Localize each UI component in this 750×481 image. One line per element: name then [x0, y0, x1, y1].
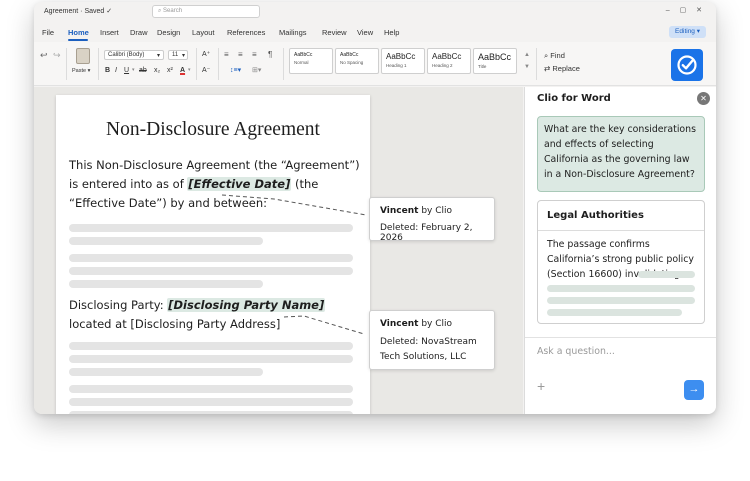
menu-references[interactable]: References [227, 28, 265, 37]
paste-button[interactable]: Paste ▾ [72, 68, 90, 74]
underline-dropdown-icon[interactable]: ▾ [132, 67, 135, 73]
ask-question-input[interactable] [537, 343, 705, 359]
checkmark-circle-icon [677, 55, 697, 75]
find-button[interactable]: ⌕ Find [544, 51, 565, 61]
menu-layout[interactable]: Layout [192, 28, 215, 37]
ribbon: ↩ ↪ Paste ▾ Calibri (Body) ▾ 11 ▾ B I U ▾ … [34, 42, 716, 86]
editing-mode-button[interactable]: Editing ▾ [669, 26, 706, 38]
superscript-button[interactable]: x² [167, 67, 173, 74]
title-bar: Agreement · Saved ✓ ⌕ Search – ▢ ✕ [34, 2, 716, 22]
bold-button[interactable]: B [105, 67, 110, 74]
underline-button[interactable]: U [124, 67, 129, 74]
undo-icon[interactable]: ↩ [40, 50, 48, 61]
active-tab-indicator [68, 39, 88, 41]
style-heading-2[interactable]: AaBbCc Heading 2 [427, 48, 471, 74]
style-normal[interactable]: AaBbCc Normal [289, 48, 333, 74]
styles-scroll-up-icon[interactable]: ▲ [524, 52, 530, 58]
comment-author: Vincent [380, 319, 419, 329]
grow-font-icon[interactable]: A⁺ [202, 50, 210, 58]
clio-panel: Clio for Word ✕ What are the key conside… [524, 87, 716, 414]
font-color-dropdown-icon[interactable]: ▾ [188, 67, 191, 73]
replace-button[interactable]: ⇄ Replace [544, 64, 580, 73]
send-arrow-icon[interactable]: → [684, 380, 704, 400]
panel-title: Clio for Word [537, 93, 611, 104]
add-attachment-icon[interactable]: + [537, 379, 545, 393]
style-no-spacing[interactable]: AaBbCc No Spacing [335, 48, 379, 74]
clio-addin-button[interactable] [671, 49, 703, 81]
menu-home[interactable]: Home [68, 28, 89, 37]
font-size-select[interactable]: 11 ▾ [168, 50, 188, 60]
align-left-icon[interactable]: ≡ [224, 50, 229, 59]
borders-icon[interactable]: ⊞▾ [252, 66, 261, 74]
paragraph-mark-icon[interactable]: ¶ [268, 50, 272, 59]
tracked-change-popup-2[interactable]: Vincent by Clio Deleted: NovaStream Tech… [369, 310, 495, 370]
menu-bar: File Home Insert Draw Design Layout Refe… [34, 22, 716, 42]
document-title: Agreement · Saved ✓ [44, 8, 113, 15]
menu-help[interactable]: Help [384, 28, 399, 37]
strikethrough-button[interactable]: ab [139, 67, 147, 74]
font-color-button[interactable]: A [180, 67, 185, 74]
menu-mailings[interactable]: Mailings [279, 28, 307, 37]
redo-icon[interactable]: ↪ [53, 50, 61, 61]
menu-design[interactable]: Design [157, 28, 180, 37]
close-icon[interactable]: ✕ [697, 92, 710, 105]
card-title: Legal Authorities [547, 210, 644, 221]
window-controls[interactable]: – ▢ ✕ [666, 6, 706, 14]
shrink-font-icon[interactable]: A⁻ [202, 66, 210, 74]
redacted-line [638, 271, 695, 278]
styles-scroll-down-icon[interactable]: ▼ [524, 64, 530, 70]
redacted-line [547, 297, 695, 304]
menu-draw[interactable]: Draw [130, 28, 148, 37]
align-right-icon[interactable]: ≡ [252, 50, 257, 59]
menu-view[interactable]: View [357, 28, 373, 37]
tracked-change-popup-1[interactable]: Vincent by Clio Deleted: February 2, 202… [369, 197, 495, 243]
font-name-select[interactable]: Calibri (Body) ▾ [104, 50, 164, 60]
word-window: Agreement · Saved ✓ ⌕ Search – ▢ ✕ File … [34, 2, 716, 414]
italic-button[interactable]: I [115, 67, 117, 74]
menu-insert[interactable]: Insert [100, 28, 119, 37]
paste-icon[interactable] [76, 48, 90, 64]
user-question-bubble: What are the key considerations and effe… [537, 116, 705, 192]
legal-authorities-card[interactable]: Legal Authorities The passage confirms C… [537, 200, 705, 324]
document-area: Non-Disclosure Agreement This Non-Disclo… [34, 87, 523, 414]
redacted-line [547, 309, 682, 316]
menu-review[interactable]: Review [322, 28, 347, 37]
style-heading-1[interactable]: AaBbCc Heading 1 [381, 48, 425, 74]
comment-author: Vincent [380, 206, 419, 216]
search-box[interactable]: ⌕ Search [152, 5, 260, 18]
subscript-button[interactable]: x₂ [154, 67, 160, 74]
redacted-line [547, 285, 695, 292]
align-center-icon[interactable]: ≡ [238, 50, 243, 59]
comment-text: Deleted: NovaStream Tech Solutions, LLC [380, 337, 477, 362]
comment-text: Deleted: February 2, 2026 [380, 223, 473, 243]
style-title[interactable]: AaBbCc Title [473, 48, 517, 74]
search-placeholder: Search [163, 8, 183, 14]
line-spacing-icon[interactable]: ↕≡▾ [230, 66, 241, 74]
menu-file[interactable]: File [42, 28, 54, 37]
